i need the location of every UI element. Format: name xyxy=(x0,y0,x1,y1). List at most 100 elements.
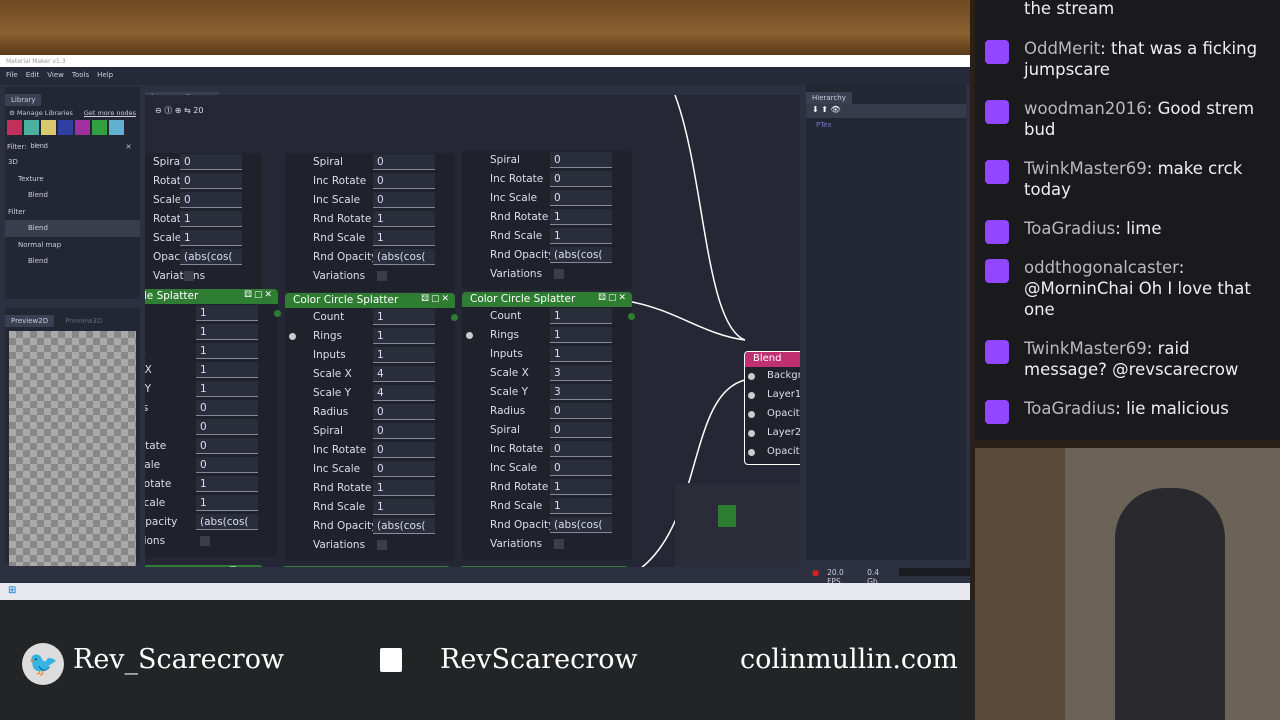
param-value-field[interactable]: 0 xyxy=(196,419,258,435)
variations-checkbox[interactable] xyxy=(184,271,194,281)
tab-preview2d[interactable]: Preview2D xyxy=(5,315,55,327)
clear-filter-icon[interactable]: ✕ xyxy=(126,143,132,151)
menu-file[interactable]: File xyxy=(6,71,18,81)
category-icon[interactable] xyxy=(7,120,22,135)
menu-help[interactable]: Help xyxy=(97,71,113,81)
port-dot[interactable] xyxy=(748,392,755,399)
category-icon[interactable] xyxy=(109,120,124,135)
param-value-field[interactable]: 0 xyxy=(180,154,242,170)
category-icon[interactable] xyxy=(41,120,56,135)
param-value-field[interactable]: 1 xyxy=(550,498,612,514)
param-value-field[interactable]: 0 xyxy=(373,192,435,208)
param-value-field[interactable]: 1 xyxy=(196,324,258,340)
color-circle-splatter-node[interactable]: Spiral 0 Rotate 0 Scale 0 Rotate 1 Scale 1 Opacity… xyxy=(145,153,262,292)
node-port[interactable] xyxy=(451,314,458,321)
param-value-field[interactable]: 3 xyxy=(550,365,612,381)
param-value-field[interactable]: 1 xyxy=(373,328,435,344)
param-value-field[interactable]: 1 xyxy=(196,476,258,492)
node-port[interactable] xyxy=(466,332,473,339)
param-value-field[interactable]: 0 xyxy=(373,442,435,458)
variations-checkbox[interactable] xyxy=(377,540,387,550)
library-item[interactable]: Normal map xyxy=(5,237,140,254)
color-circle-splatter-node[interactable]: Color Circle Splatter⚄▢✕Count1Rings1 xyxy=(281,566,451,567)
blend-node[interactable]: Blend Background Layer1 Opacity1 Layer2 Opac… xyxy=(744,351,800,465)
port-dot[interactable] xyxy=(748,411,755,418)
param-value-field[interactable]: 1 xyxy=(550,479,612,495)
color-circle-splatter-node[interactable]: Color Circle Splatter⚄▢✕Count1Rings1Inpu… xyxy=(462,292,635,560)
param-value-field[interactable]: (abs(cos( xyxy=(196,514,258,530)
menu-view[interactable]: View xyxy=(47,71,64,81)
param-value-field[interactable]: 1 xyxy=(373,480,435,496)
move-down-icon[interactable]: ⬇ xyxy=(812,105,819,114)
category-icon[interactable] xyxy=(58,120,73,135)
manage-libraries-button[interactable]: ⚙ Manage Libraries xyxy=(9,109,73,117)
param-value-field[interactable]: 0 xyxy=(373,154,435,170)
param-value-field[interactable]: 1 xyxy=(550,346,612,362)
param-value-field[interactable]: 1 xyxy=(550,308,612,324)
node-graph-canvas[interactable]: Spiral 0 Rotate 0 Scale 0 Rotate 1 Scale 1 Opacity… xyxy=(145,95,800,567)
param-value-field[interactable]: 0 xyxy=(196,438,258,454)
color-circle-splatter-node[interactable]: Color Circle Splatter⚄▢✕Count1 xyxy=(145,565,263,567)
blend-input-port[interactable]: Layer1 xyxy=(745,386,800,405)
variations-checkbox[interactable] xyxy=(377,271,387,281)
minimap[interactable] xyxy=(675,483,800,567)
param-value-field[interactable]: 0 xyxy=(550,190,612,206)
param-value-field[interactable]: 0 xyxy=(550,152,612,168)
param-value-field[interactable]: 0 xyxy=(550,422,612,438)
eye-icon[interactable]: 👁 xyxy=(831,105,841,114)
param-value-field[interactable]: 1 xyxy=(373,211,435,227)
param-value-field[interactable]: 0 xyxy=(373,173,435,189)
param-value-field[interactable]: 1 xyxy=(196,381,258,397)
param-value-field[interactable]: 1 xyxy=(180,230,242,246)
color-circle-splatter-node[interactable]: Color Circle Splatter⚄▢✕Count1Rings1 xyxy=(459,566,629,567)
param-value-field[interactable]: (abs(cos( xyxy=(373,249,435,265)
param-value-field[interactable]: 0 xyxy=(373,423,435,439)
param-value-field[interactable]: 0 xyxy=(550,171,612,187)
filter-input[interactable] xyxy=(30,141,126,152)
variations-checkbox[interactable] xyxy=(554,269,564,279)
move-up-icon[interactable]: ⬆ xyxy=(821,105,828,114)
start-icon[interactable]: ⊞ xyxy=(8,585,16,596)
param-value-field[interactable]: 4 xyxy=(373,385,435,401)
blend-input-port[interactable]: Opacity1 xyxy=(745,405,800,424)
node-controls-icon[interactable]: ⚄▢✕ xyxy=(421,294,451,304)
library-item[interactable]: Blend xyxy=(5,253,140,270)
node-port[interactable] xyxy=(628,313,635,320)
param-value-field[interactable]: 1 xyxy=(196,305,258,321)
param-value-field[interactable]: (abs(cos( xyxy=(550,247,612,263)
category-icon[interactable] xyxy=(92,120,107,135)
get-more-nodes-link[interactable]: Get more nodes xyxy=(84,109,136,117)
library-item[interactable]: Texture xyxy=(5,171,140,188)
param-value-field[interactable]: 1 xyxy=(180,211,242,227)
param-value-field[interactable]: 0 xyxy=(550,441,612,457)
port-dot[interactable] xyxy=(748,449,755,456)
color-circle-splatter-node[interactable]: Color Circle Splatter⚄▢✕Count1Rings1Inpu… xyxy=(145,289,281,557)
library-item[interactable]: Blend xyxy=(5,220,140,237)
variations-checkbox[interactable] xyxy=(554,539,564,549)
param-value-field[interactable]: 0 xyxy=(180,192,242,208)
param-value-field[interactable]: 0 xyxy=(196,457,258,473)
param-value-field[interactable]: 3 xyxy=(550,384,612,400)
port-dot[interactable] xyxy=(748,430,755,437)
category-icon[interactable] xyxy=(75,120,90,135)
node-controls-icon[interactable]: ⚄▢✕ xyxy=(244,290,274,300)
param-value-field[interactable]: 1 xyxy=(550,327,612,343)
tab-library[interactable]: Library xyxy=(5,94,42,106)
blend-input-port[interactable]: Background xyxy=(745,367,800,386)
param-value-field[interactable]: 1 xyxy=(373,499,435,515)
color-circle-splatter-node[interactable]: Color Circle Splatter⚄▢✕Count1Rings1Inpu… xyxy=(285,293,458,561)
menu-edit[interactable]: Edit xyxy=(26,71,40,81)
node-controls-icon[interactable]: ⚄▢✕ xyxy=(598,293,628,303)
param-value-field[interactable]: 1 xyxy=(196,495,258,511)
variations-checkbox[interactable] xyxy=(200,536,210,546)
tab-preview3d[interactable]: Preview3D xyxy=(59,315,108,327)
port-dot[interactable] xyxy=(748,373,755,380)
color-circle-splatter-node[interactable]: Spiral 0 Inc Rotate 0 Inc Scale 0 Rnd Rotate 1 R… xyxy=(462,151,632,290)
param-value-field[interactable]: 0 xyxy=(550,460,612,476)
param-value-field[interactable]: 1 xyxy=(373,230,435,246)
param-value-field[interactable]: 1 xyxy=(373,309,435,325)
hierarchy-item[interactable]: PTex xyxy=(806,118,966,132)
param-value-field[interactable]: 1 xyxy=(550,209,612,225)
param-value-field[interactable]: 0 xyxy=(550,403,612,419)
param-value-field[interactable]: 4 xyxy=(373,366,435,382)
